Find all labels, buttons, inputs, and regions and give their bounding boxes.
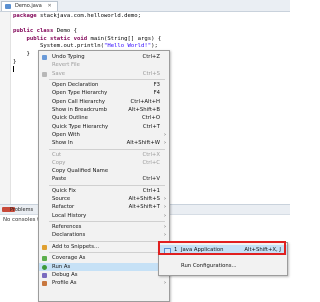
menu-item-paste[interactable]: Paste Ctrl+V <box>39 175 169 183</box>
menu-item-open-call-hierarchy[interactable]: Open Call Hierarchy Ctrl+Alt+H <box>39 98 169 106</box>
menu-item-quick-type-hierarchy[interactable]: Quick Type Hierarchy Ctrl+T <box>39 123 169 131</box>
highlight-box <box>158 241 286 255</box>
menu-separator <box>49 221 165 223</box>
save-icon <box>42 71 47 77</box>
submenu-arrow-icon: › <box>164 131 166 138</box>
submenu-arrow-icon: › <box>164 212 166 219</box>
menu-item-debug-as[interactable]: Debug As› <box>39 271 169 279</box>
menu-item-declarations[interactable]: Declarations › <box>39 231 169 239</box>
menu-separator <box>49 79 165 80</box>
menu-item-copy-qualified-name[interactable]: Copy Qualified Name <box>39 167 169 175</box>
menu-separator <box>49 252 165 254</box>
text-cursor <box>13 66 14 73</box>
menu-item-open-declaration[interactable]: Open Declaration F3 <box>39 81 169 89</box>
coverage-icon <box>42 256 47 262</box>
menu-item-coverage-as[interactable]: Coverage As› <box>39 254 169 262</box>
menu-item-open-type-hierarchy[interactable]: Open Type Hierarchy F4 <box>39 89 169 97</box>
undo-icon <box>42 55 47 60</box>
debug-icon <box>42 272 47 278</box>
submenu-item-run-configurations[interactable]: Run Configurations... <box>159 261 287 271</box>
menu-item-copy[interactable]: Copy Ctrl+C <box>39 159 169 167</box>
line-gutter <box>0 12 11 204</box>
snippet-icon <box>42 244 47 250</box>
submenu-arrow-icon: › <box>164 280 166 287</box>
run-icon <box>42 264 47 270</box>
menu-separator <box>49 148 165 150</box>
submenu-arrow-icon: › <box>164 204 166 211</box>
submenu-arrow-icon: › <box>164 232 166 239</box>
code-line: package stackjava.com.helloworld.demo; <box>13 13 141 19</box>
java-file-icon <box>5 4 11 9</box>
menu-item-profile-as[interactable]: Profile As › <box>39 279 169 287</box>
context-menu: Undo Typing Ctrl+Z Revert File Save Ctrl+S… <box>38 50 170 302</box>
menu-item-local-history[interactable]: Local History › <box>39 212 169 220</box>
submenu-arrow-icon: › <box>164 224 166 231</box>
menu-item-run-as[interactable]: Run As› <box>39 262 169 271</box>
menu-item-open-with[interactable]: Open With › <box>39 131 169 139</box>
code-line: public static void main(String[] args) { <box>26 35 162 42</box>
menu-item-quick-fix[interactable]: Quick Fix Ctrl+1 <box>39 187 169 195</box>
tab-problems[interactable]: Problems <box>2 206 33 214</box>
menu-item-add-to-snippets[interactable]: Add to Snippets... <box>39 243 169 251</box>
menu-item-refactor[interactable]: Refactor Alt+Shift+T › <box>39 203 169 211</box>
menu-item-cut[interactable]: Cut Ctrl+X <box>39 151 169 159</box>
menu-item-undo-typing[interactable]: Undo Typing Ctrl+Z <box>39 53 169 61</box>
code-line: public class Demo { <box>13 28 77 35</box>
menu-item-source[interactable]: Source Alt+Shift+S › <box>39 195 169 203</box>
close-icon[interactable]: ✕ <box>47 3 51 9</box>
tab-label: Demo.java <box>15 3 42 9</box>
menu-item-show-in[interactable]: Show In Alt+Shift+W › <box>39 139 169 147</box>
profile-icon <box>42 281 47 287</box>
submenu-arrow-icon: › <box>164 140 166 147</box>
tab-demo-java[interactable]: Demo.java ✕ <box>1 1 58 11</box>
console-message: No consoles to <box>3 217 43 223</box>
menu-item-show-in-breadcrumb[interactable]: Show in Breadcrumb Alt+Shift+B <box>39 106 169 114</box>
editor-tabbar: Demo.java ✕ <box>0 0 290 12</box>
menu-item-references[interactable]: References › <box>39 223 169 231</box>
menu-separator <box>49 184 165 186</box>
menu-item-quick-outline[interactable]: Quick Outline Ctrl+O <box>39 114 169 122</box>
submenu-arrow-icon: › <box>164 196 166 203</box>
menu-separator <box>49 240 165 242</box>
menu-item-save[interactable]: Save Ctrl+S <box>39 70 169 78</box>
menu-item-revert-file[interactable]: Revert File <box>39 61 169 69</box>
